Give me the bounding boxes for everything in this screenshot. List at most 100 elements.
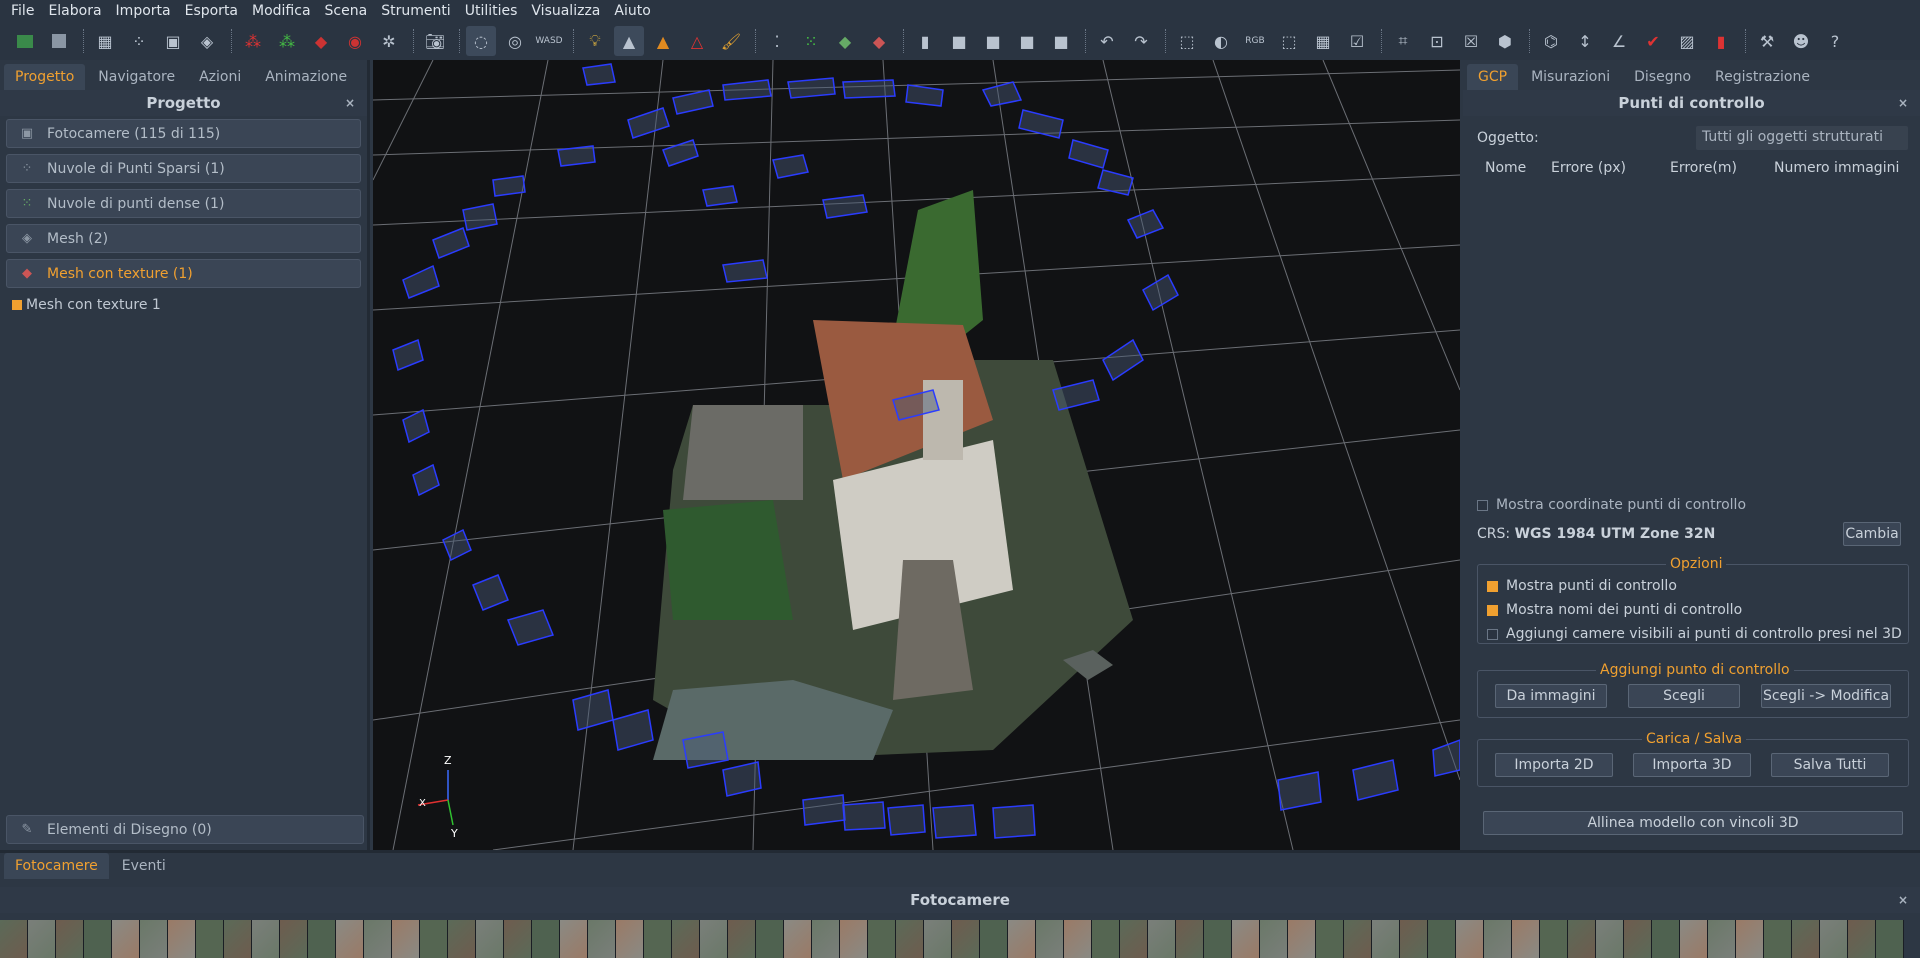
camera-thumbnail[interactable] bbox=[1596, 920, 1624, 958]
checkbox-checked[interactable] bbox=[1487, 604, 1498, 616]
camera-thumbnail[interactable] bbox=[140, 920, 168, 958]
camera-thumbnail[interactable] bbox=[1540, 920, 1568, 958]
camera-thumbnail[interactable] bbox=[1568, 920, 1596, 958]
camera-thumbnail[interactable] bbox=[672, 920, 700, 958]
menu-scena[interactable]: Scena bbox=[318, 0, 375, 22]
camera-thumbnail[interactable] bbox=[532, 920, 560, 958]
camera-thumbnail[interactable] bbox=[1736, 920, 1764, 958]
texture-view-icon[interactable]: ◆ bbox=[864, 26, 894, 56]
import-2d-button[interactable]: Importa 2D bbox=[1495, 753, 1613, 777]
camera-thumbnail[interactable] bbox=[896, 920, 924, 958]
menu-utilities[interactable]: Utilities bbox=[458, 0, 525, 22]
change-crs-button[interactable]: Cambia bbox=[1843, 522, 1901, 546]
camera-thumbnail[interactable] bbox=[980, 920, 1008, 958]
undo-icon[interactable]: ↶ bbox=[1092, 26, 1122, 56]
view-1-icon[interactable]: ▮ bbox=[910, 26, 940, 56]
item-cameras[interactable]: ▣ Fotocamere (115 di 115) bbox=[6, 119, 361, 148]
orbit-icon[interactable]: ◎ bbox=[500, 26, 530, 56]
gcp-icon[interactable]: ✔ bbox=[1638, 26, 1668, 56]
menu-strumenti[interactable]: Strumenti bbox=[374, 0, 458, 22]
checkbox-checked[interactable] bbox=[1487, 580, 1498, 592]
from-images-button[interactable]: Da immagini bbox=[1495, 684, 1607, 708]
camera-thumbnail[interactable] bbox=[1680, 920, 1708, 958]
camera-thumbnail[interactable] bbox=[1792, 920, 1820, 958]
camera-thumbnail[interactable] bbox=[224, 920, 252, 958]
camera-thumbnail[interactable] bbox=[196, 920, 224, 958]
lock-icon[interactable]: ⊡ bbox=[1422, 26, 1452, 56]
light-icon[interactable]: 💡︎ bbox=[580, 26, 610, 56]
tab-azioni[interactable]: Azioni bbox=[188, 64, 252, 90]
rgb-cube-icon[interactable]: ▮ bbox=[1706, 26, 1736, 56]
pick-button[interactable]: Scegli bbox=[1628, 684, 1740, 708]
camera-icon[interactable]: 📷︎ bbox=[420, 26, 450, 56]
camera-thumbnail[interactable] bbox=[1624, 920, 1652, 958]
column-nome[interactable]: Nome bbox=[1485, 160, 1526, 176]
camera-thumbnail[interactable] bbox=[840, 920, 868, 958]
camera-thumbnail[interactable] bbox=[588, 920, 616, 958]
menu-file[interactable]: File bbox=[4, 0, 41, 22]
camera-thumbnail[interactable] bbox=[616, 920, 644, 958]
camera-thumbnail[interactable] bbox=[1176, 920, 1204, 958]
item-sparse-cloud[interactable]: ⁘ Nuvole di Punti Sparsi (1) bbox=[6, 154, 361, 183]
column-errore-m[interactable]: Errore(m) bbox=[1670, 160, 1737, 176]
close-icon[interactable]: × bbox=[1898, 887, 1908, 913]
grid-select-icon[interactable]: ▦ bbox=[1308, 26, 1338, 56]
save-all-button[interactable]: Salva Tutti bbox=[1771, 753, 1889, 777]
checkbox-unchecked[interactable] bbox=[1487, 628, 1498, 640]
camera-thumbnail[interactable] bbox=[1512, 920, 1540, 958]
camera-thumbnail[interactable] bbox=[1036, 920, 1064, 958]
brush-icon[interactable]: 🖌︎ bbox=[716, 26, 746, 56]
camera-thumbnail[interactable] bbox=[420, 920, 448, 958]
tools-icon[interactable]: ⚒ bbox=[1752, 26, 1782, 56]
menu-visualizza[interactable]: Visualizza bbox=[524, 0, 607, 22]
mask-icon[interactable]: ☻ bbox=[1786, 26, 1816, 56]
camera-thumbnail[interactable] bbox=[1400, 920, 1428, 958]
triangle-icon[interactable]: ▲ bbox=[614, 26, 644, 56]
show-coords-row[interactable]: Mostra coordinate punti di controllo bbox=[1477, 497, 1746, 513]
menu-esporta[interactable]: Esporta bbox=[178, 0, 245, 22]
camera-thumbnail[interactable] bbox=[1428, 920, 1456, 958]
menu-aiuto[interactable]: Aiuto bbox=[607, 0, 657, 22]
camera-thumbnail[interactable] bbox=[308, 920, 336, 958]
hatch-icon[interactable]: ▨ bbox=[1672, 26, 1702, 56]
redo-icon[interactable]: ↷ bbox=[1126, 26, 1156, 56]
camera-thumbnail[interactable] bbox=[1708, 920, 1736, 958]
tab-progetto[interactable]: Progetto bbox=[4, 64, 86, 90]
view-4-icon[interactable]: ■ bbox=[1012, 26, 1042, 56]
camera-thumbnail[interactable] bbox=[1204, 920, 1232, 958]
camera-thumbnail[interactable] bbox=[1092, 920, 1120, 958]
item-mesh[interactable]: ◈ Mesh (2) bbox=[6, 224, 361, 253]
measure-icon[interactable]: ↕ bbox=[1570, 26, 1600, 56]
camera-thumbnail[interactable] bbox=[1120, 920, 1148, 958]
textured-mesh-entry[interactable]: Mesh con texture 1 bbox=[12, 294, 367, 316]
tab-animazione[interactable]: Animazione bbox=[254, 64, 358, 90]
help-icon[interactable]: ? bbox=[1820, 26, 1850, 56]
angle-icon[interactable]: ∠ bbox=[1604, 26, 1634, 56]
3d-viewport[interactable]: Z X Y bbox=[373, 60, 1460, 850]
rotate-icon[interactable]: ◌ bbox=[466, 26, 496, 56]
contrast-icon[interactable]: ◐ bbox=[1206, 26, 1236, 56]
tab-eventi[interactable]: Eventi bbox=[111, 853, 177, 879]
save-icon[interactable] bbox=[44, 26, 74, 56]
camera-thumbnail[interactable] bbox=[784, 920, 812, 958]
camera-thumbnail[interactable] bbox=[1484, 920, 1512, 958]
tab-registrazione[interactable]: Registrazione bbox=[1704, 64, 1821, 90]
box-icon[interactable]: ▣ bbox=[158, 26, 188, 56]
option-show-points[interactable]: Mostra punti di controllo bbox=[1487, 578, 1677, 594]
dense-green-icon[interactable]: ⁂ bbox=[272, 26, 302, 56]
tab-disegno[interactable]: Disegno bbox=[1623, 64, 1702, 90]
camera-thumbnail[interactable] bbox=[728, 920, 756, 958]
camera-thumbnail[interactable] bbox=[1064, 920, 1092, 958]
object-select[interactable]: Tutti gli oggetti strutturati bbox=[1696, 126, 1908, 150]
align-model-button[interactable]: Allinea modello con vincoli 3D bbox=[1483, 811, 1903, 835]
camera-thumbnail[interactable] bbox=[504, 920, 532, 958]
item-textured-mesh[interactable]: ◆ Mesh con texture (1) bbox=[6, 259, 361, 288]
column-numero-immagini[interactable]: Numero immagini bbox=[1774, 160, 1899, 176]
camera-thumbnail[interactable] bbox=[84, 920, 112, 958]
dense-view-icon[interactable]: ⁙ bbox=[796, 26, 826, 56]
triangle-orange-icon[interactable]: ▲ bbox=[648, 26, 678, 56]
camera-thumbnail[interactable] bbox=[812, 920, 840, 958]
select-icon[interactable]: ⬚ bbox=[1172, 26, 1202, 56]
camera-thumbnail[interactable] bbox=[56, 920, 84, 958]
camera-thumbnail[interactable] bbox=[476, 920, 504, 958]
